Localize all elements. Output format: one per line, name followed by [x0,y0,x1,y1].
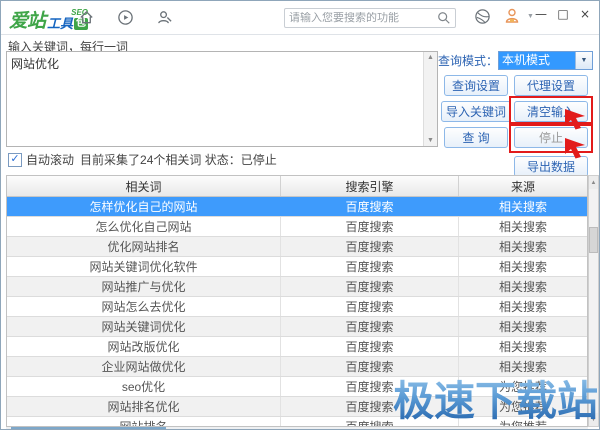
column-header-source[interactable]: 来源 [459,176,587,196]
scroll-up-icon[interactable]: ▲ [589,176,598,189]
related-word-cell: 怎么优化自己网站 [7,217,281,236]
app-window: 爱站 SEO 工具 包 [0,0,600,430]
autoscroll-label: 自动滚动 [26,151,74,168]
user-edit-icon[interactable] [155,8,173,26]
annotation-arrow-icon [564,108,588,135]
table-row[interactable]: 网站推广与优化 百度搜索 相关搜索 [7,277,587,297]
annotation-arrow-icon [564,137,588,164]
scroll-up-icon[interactable]: ▲ [427,52,434,63]
related-word-cell: seo优化 [7,377,281,396]
table-row[interactable]: 网站怎么去优化 百度搜索 相关搜索 [7,297,587,317]
query-mode-label: 查询模式： [438,52,498,69]
search-engine-cell: 百度搜索 [281,377,459,396]
status-row: ✓ 自动滚动 目前采集了24个相关词 状态：已停止 [8,151,277,168]
account-icon[interactable] [503,7,521,25]
table-row[interactable]: 怎么优化自己网站 百度搜索 相关搜索 [7,217,587,237]
table-row[interactable]: 怎样优化自己的网站 百度搜索 相关搜索 [7,197,587,217]
search-engine-cell: 百度搜索 [281,277,459,296]
browser-globe-icon[interactable] [473,7,491,25]
maximize-button[interactable]: □ [555,5,571,23]
results-table: 相关词 搜索引擎 来源 怎样优化自己的网站 百度搜索 相关搜索 怎么优化自己网站… [6,175,588,427]
table-row[interactable]: 网站排名 百度搜索 为您推荐 [7,417,587,427]
source-cell: 相关搜索 [459,297,587,316]
home-icon[interactable] [77,8,95,26]
search-engine-cell: 百度搜索 [281,357,459,376]
titlebar-right-icons: ▼ [473,7,534,25]
related-word-cell: 网站改版优化 [7,337,281,356]
search-engine-cell: 百度搜索 [281,257,459,276]
collection-status-text: 目前采集了24个相关词 状态：已停止 [80,151,277,168]
query-mode-value: 本机模式 [499,52,575,69]
search-input[interactable] [285,12,435,24]
query-button[interactable]: 查 询 [444,127,508,148]
search-engine-cell: 百度搜索 [281,197,459,216]
function-search-box [284,8,456,28]
search-engine-cell: 百度搜索 [281,417,459,427]
source-cell: 相关搜索 [459,197,587,216]
scrollbar-track[interactable] [589,189,598,413]
window-controls: — □ × [533,5,593,23]
related-word-cell: 网站排名 [7,417,281,427]
source-cell: 相关搜索 [459,257,587,276]
related-word-cell: 网站关键词优化软件 [7,257,281,276]
column-header-search-engine[interactable]: 搜索引擎 [281,176,459,196]
table-row[interactable]: 企业网站做优化 百度搜索 相关搜索 [7,357,587,377]
chevron-down-icon[interactable]: ▼ [575,52,592,69]
related-word-cell: 网站推广与优化 [7,277,281,296]
keywords-input-wrap: 网站优化 ▲ ▼ [6,51,438,147]
search-engine-cell: 百度搜索 [281,217,459,236]
column-header-related-word[interactable]: 相关词 [7,176,281,196]
source-cell: 相关搜索 [459,317,587,336]
autoscroll-checkbox[interactable]: ✓ [8,153,22,167]
search-icon[interactable] [435,9,453,27]
related-word-cell: 企业网站做优化 [7,357,281,376]
related-word-cell: 怎样优化自己的网站 [7,197,281,216]
source-cell: 相关搜索 [459,277,587,296]
query-mode-row: 查询模式： 本机模式 ▼ [438,51,593,70]
table-vertical-scrollbar[interactable]: ▲ ▼ [588,175,599,427]
source-cell: 为您推荐 [459,377,587,396]
search-engine-cell: 百度搜索 [281,237,459,256]
source-cell: 为您推荐 [459,417,587,427]
table-row[interactable]: 网站关键词优化软件 百度搜索 相关搜索 [7,257,587,277]
keywords-scrollbar[interactable]: ▲ ▼ [423,52,437,146]
related-word-cell: 优化网站排名 [7,237,281,256]
search-engine-cell: 百度搜索 [281,297,459,316]
search-engine-cell: 百度搜索 [281,397,459,416]
related-word-cell: 网站怎么去优化 [7,297,281,316]
source-cell: 相关搜索 [459,217,587,236]
scrollbar-thumb[interactable] [589,227,598,253]
record-icon[interactable] [116,8,134,26]
table-row[interactable]: 网站排名优化 百度搜索 为您推荐 [7,397,587,417]
import-keywords-button[interactable]: 导入关键词 [441,101,511,122]
toolbar-icons [77,8,173,26]
source-cell: 相关搜索 [459,357,587,376]
proxy-settings-button[interactable]: 代理设置 [514,75,588,96]
table-header: 相关词 搜索引擎 来源 [7,176,587,197]
title-bar: 爱站 SEO 工具 包 [1,1,599,35]
source-cell: 相关搜索 [459,337,587,356]
table-row[interactable]: 网站关键词优化 百度搜索 相关搜索 [7,317,587,337]
source-cell: 相关搜索 [459,237,587,256]
query-mode-select[interactable]: 本机模式 ▼ [498,51,593,70]
search-engine-cell: 百度搜索 [281,337,459,356]
table-body: 怎样优化自己的网站 百度搜索 相关搜索 怎么优化自己网站 百度搜索 相关搜索 优… [7,197,587,427]
search-engine-cell: 百度搜索 [281,317,459,336]
logo-aizhan-text: 爱站 [9,6,45,33]
related-word-cell: 网站关键词优化 [7,317,281,336]
keywords-textarea[interactable]: 网站优化 [7,52,423,146]
source-cell: 为您推荐 [459,397,587,416]
table-row[interactable]: 网站改版优化 百度搜索 相关搜索 [7,337,587,357]
minimize-button[interactable]: — [533,5,549,23]
related-word-cell: 网站排名优化 [7,397,281,416]
scroll-down-icon[interactable]: ▼ [427,135,434,146]
table-row[interactable]: 优化网站排名 百度搜索 相关搜索 [7,237,587,257]
checkbox-check-icon: ✓ [10,154,19,165]
logo-gongju-text: 工具 [47,17,73,30]
table-row[interactable]: seo优化 百度搜索 为您推荐 [7,377,587,397]
query-settings-button[interactable]: 查询设置 [444,75,508,96]
close-button[interactable]: × [577,5,593,23]
scroll-down-icon[interactable]: ▼ [589,413,598,426]
